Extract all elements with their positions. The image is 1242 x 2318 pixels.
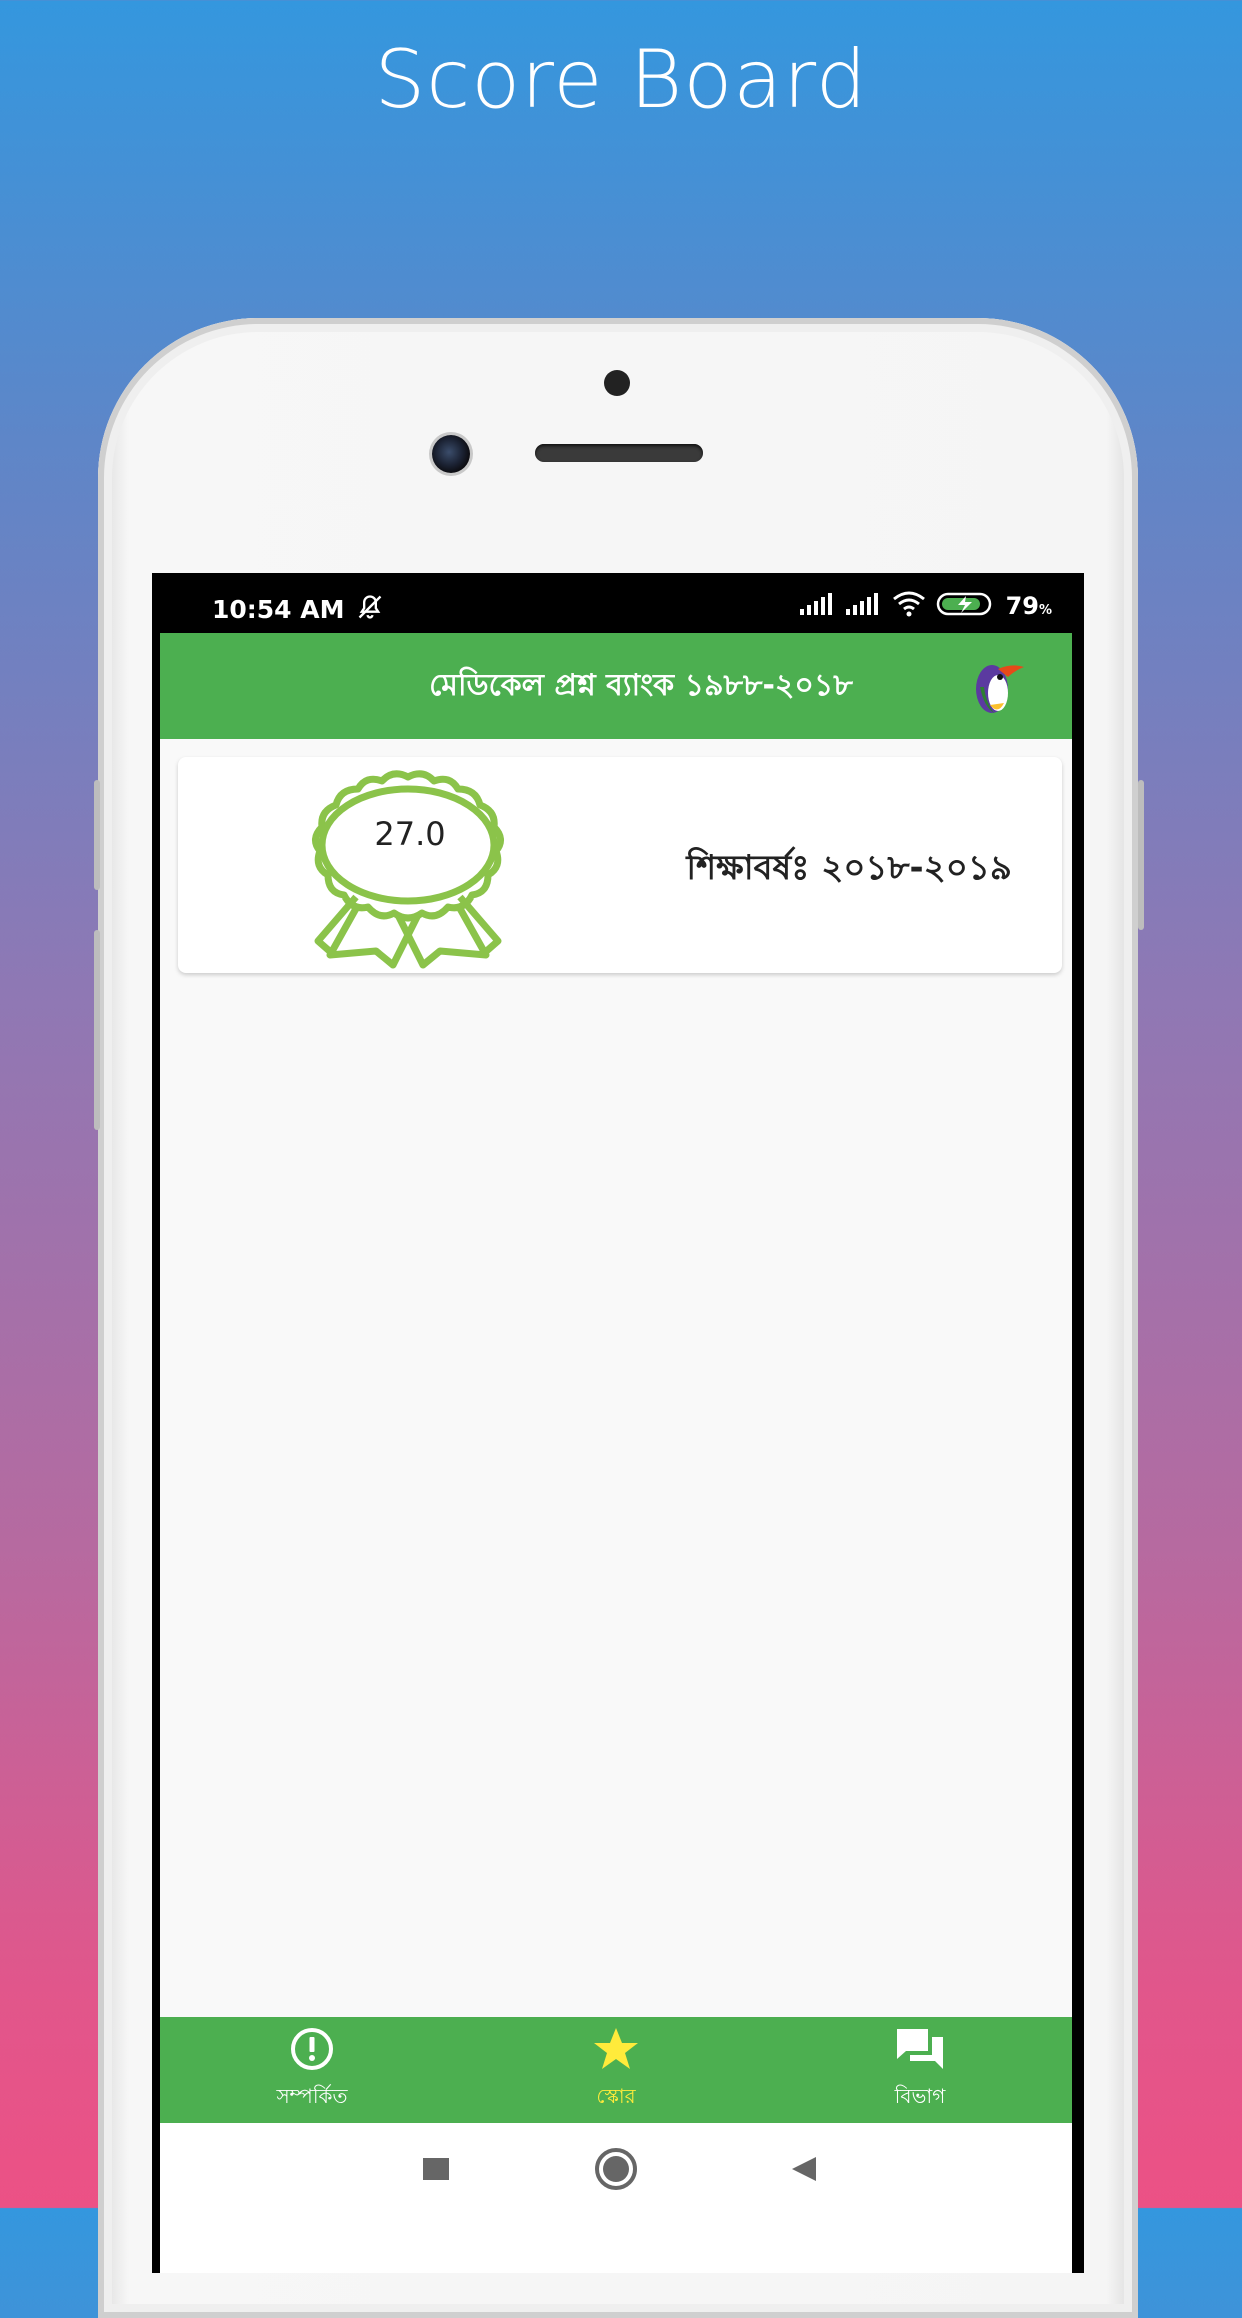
star-icon (592, 2025, 640, 2078)
nav-item-about[interactable]: সম্পর্কিত (160, 2017, 464, 2123)
recents-button[interactable] (420, 2153, 452, 2189)
nav-label: বিভাগ (894, 2084, 946, 2108)
signal-icon (845, 593, 882, 619)
score-value: 27.0 (374, 815, 446, 853)
battery-charging-icon (936, 591, 996, 621)
status-bar: 10:54 AM 79% (152, 573, 1084, 633)
bell-off-icon (356, 593, 384, 625)
nav-item-score[interactable]: স্কোর (464, 2017, 768, 2123)
phone-side-button (94, 930, 100, 1130)
status-icons: 79% (799, 591, 1052, 621)
award-ribbon-icon (258, 765, 558, 974)
back-button[interactable] (788, 2153, 820, 2189)
signal-icon (799, 593, 836, 619)
wifi-icon (892, 591, 926, 621)
status-time: 10:54 AM (212, 595, 345, 624)
nav-label: স্কোর (596, 2084, 636, 2108)
info-icon (288, 2025, 336, 2078)
penguin-logo-icon[interactable] (968, 657, 1028, 721)
proximity-sensor (604, 370, 630, 396)
phone-side-button (1138, 780, 1144, 930)
chat-icon (894, 2025, 946, 2078)
home-button[interactable] (594, 2147, 638, 2195)
app-bar: মেডিকেল প্রশ্ন ব্যাংক ১৯৮৮-২০১৮ (160, 633, 1072, 739)
battery-percentage: 79% (1005, 592, 1052, 620)
content-area: 27.0 শিক্ষাবর্ষঃ ২০১৮-২০১৯ (160, 739, 1072, 2017)
system-navigation-bar (160, 2123, 1072, 2273)
promo-title: Score Board (374, 33, 868, 126)
score-card[interactable]: 27.0 শিক্ষাবর্ষঃ ২০১৮-২০১৯ (178, 757, 1062, 973)
app-title: মেডিকেল প্রশ্ন ব্যাংক ১৯৮৮-২০১৮ (429, 668, 853, 703)
front-camera (432, 435, 470, 473)
bottom-navigation: সম্পর্কিত স্কোর বিভাগ (160, 2017, 1072, 2123)
nav-item-category[interactable]: বিভাগ (768, 2017, 1072, 2123)
phone-side-button (94, 780, 100, 890)
phone-screen: 10:54 AM 79% মেডিকেল প্রশ্ন ব্যাংক ১৯৮৮-… (152, 573, 1084, 2273)
session-label: শিক্ষাবর্ষঃ ২০১৮-২০১৯ (686, 848, 1012, 888)
nav-label: সম্পর্কিত (276, 2084, 348, 2108)
earpiece-speaker (535, 444, 703, 462)
